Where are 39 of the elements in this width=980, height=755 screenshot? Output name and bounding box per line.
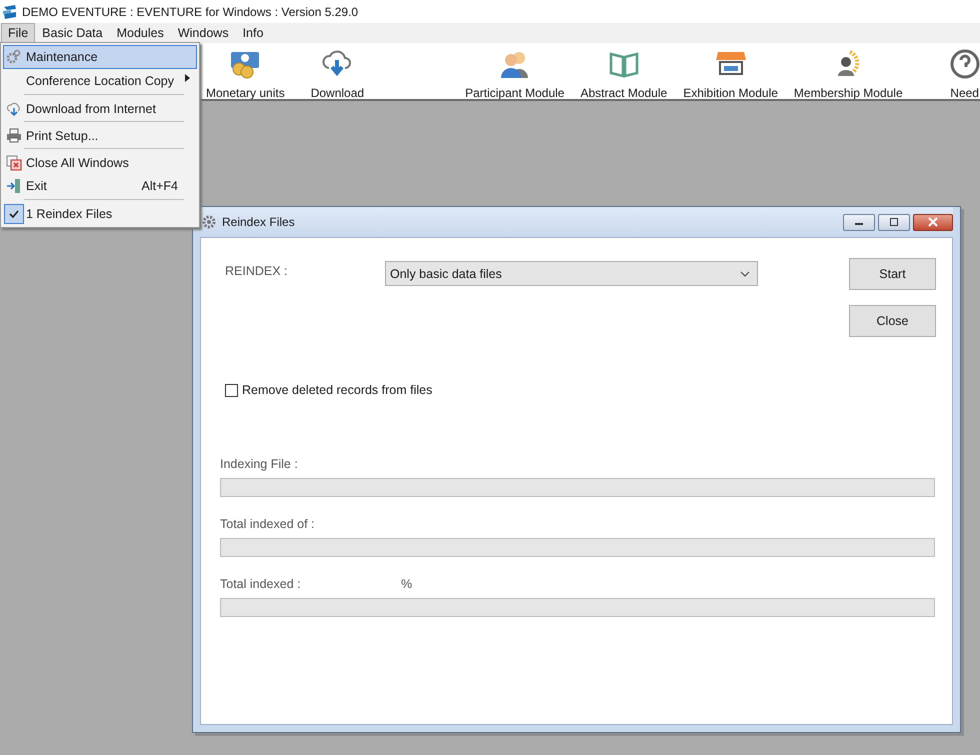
menu-item[interactable]: Maintenance <box>3 45 197 69</box>
cloud-download-icon <box>6 100 22 116</box>
submenu-arrow-icon <box>185 74 190 82</box>
checkbox-label: Remove deleted records from files <box>242 383 432 397</box>
app-logo-icon <box>2 4 18 20</box>
gear-icon <box>6 49 22 65</box>
progress-label: Indexing File : <box>220 457 299 471</box>
close-icon <box>928 217 938 227</box>
menu-item[interactable]: Conference Location Copy <box>3 69 197 93</box>
minimize-button[interactable] <box>843 214 875 230</box>
progress-label: Total indexed : <box>220 577 302 591</box>
dialog-title: Reindex Files <box>222 215 295 229</box>
restore-icon <box>889 217 899 227</box>
chevron-down-icon <box>740 270 750 276</box>
checkmark-icon <box>8 208 20 220</box>
window-title: DEMO EVENTURE : EVENTURE for Windows : Version 5.29.0 <box>22 4 358 18</box>
toolbar-button[interactable]: Exhibition Module <box>680 43 781 99</box>
menu-item[interactable]: Exit Alt+F4 <box>3 174 197 198</box>
windows-close-icon <box>6 154 22 170</box>
close-button[interactable] <box>913 214 953 230</box>
menu-item[interactable]: File <box>1 23 36 43</box>
menu-item[interactable]: Basic Data <box>35 23 110 43</box>
menu-item[interactable]: Windows <box>170 23 236 43</box>
printer-icon <box>6 128 22 144</box>
checkbox[interactable] <box>225 384 238 396</box>
toolbar-button[interactable]: Abstract Module <box>577 43 670 99</box>
gear-icon <box>202 215 216 229</box>
restore-button[interactable] <box>878 214 910 230</box>
reindex-label: REINDEX : <box>225 263 289 278</box>
toolbar-button[interactable]: Download <box>308 43 368 99</box>
dialog-button[interactable]: Start <box>849 258 936 290</box>
reindex-dropdown[interactable]: Only basic data files <box>385 261 758 286</box>
exit-door-icon <box>6 178 22 194</box>
dialog-button[interactable]: Close <box>849 305 936 337</box>
menu-item[interactable]: Modules <box>110 23 171 43</box>
menu-item[interactable]: Info <box>236 23 270 43</box>
toolbar-button[interactable]: Need <box>946 43 980 99</box>
progress-label: Total indexed of : <box>220 517 316 531</box>
percent-sign: % <box>401 577 412 591</box>
